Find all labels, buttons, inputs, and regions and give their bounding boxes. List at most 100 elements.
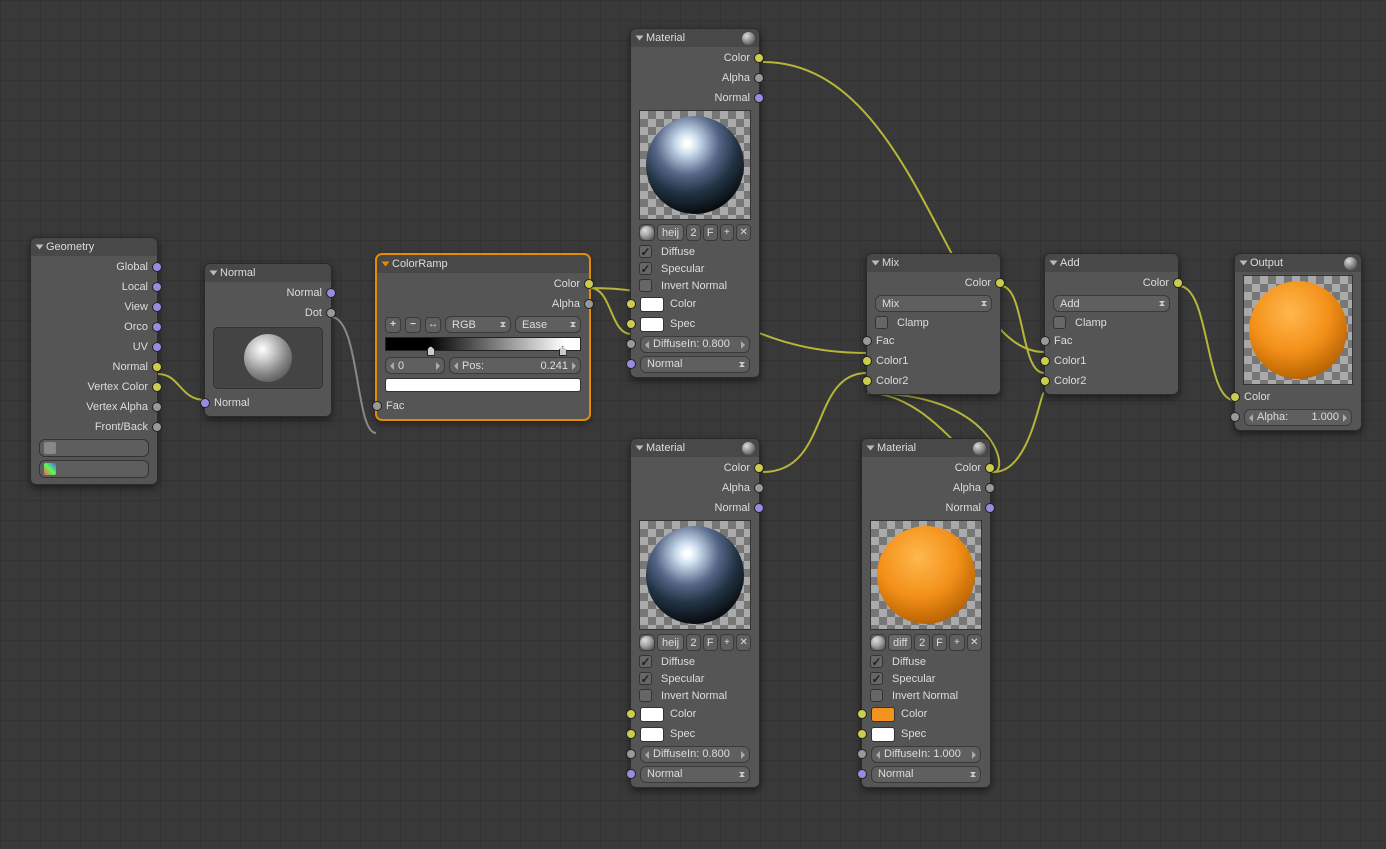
ramp-stop-pos[interactable]: Pos:0.241 — [449, 357, 581, 374]
socket-out-alpha[interactable] — [754, 483, 764, 493]
socket-out-alpha[interactable] — [584, 299, 594, 309]
uv-layer-field[interactable] — [39, 439, 149, 457]
ramp-add-stop[interactable]: + — [385, 317, 401, 333]
normal-select[interactable]: Normal — [640, 356, 750, 373]
socket-out-alpha[interactable] — [754, 73, 764, 83]
swatch-color[interactable] — [640, 707, 664, 722]
socket-valpha[interactable] — [152, 402, 162, 412]
node-header[interactable]: ColorRamp — [377, 255, 589, 273]
ramp-stop-1[interactable] — [559, 346, 567, 356]
ramp-color-mode[interactable]: RGB — [445, 316, 511, 333]
socket-out-color[interactable] — [584, 279, 594, 289]
node-header[interactable]: Normal — [205, 264, 331, 282]
ramp-stop-color[interactable] — [385, 378, 581, 392]
mat-name-field[interactable]: heij — [657, 634, 684, 651]
mat-browse[interactable] — [870, 634, 886, 651]
socket-in-normal[interactable] — [626, 769, 636, 779]
ramp-gradient[interactable] — [385, 337, 581, 351]
diffusein-field[interactable]: DiffuseIn: 0.800 — [640, 336, 750, 353]
socket-out-alpha[interactable] — [985, 483, 995, 493]
socket-in-color[interactable] — [857, 709, 867, 719]
socket-in-spec[interactable] — [626, 319, 636, 329]
normal-select[interactable]: Normal — [640, 766, 750, 783]
mat-name-field[interactable]: heij — [657, 224, 684, 241]
node-material-2[interactable]: Material Color Alpha Normal heij 2 F + ✕… — [630, 438, 760, 788]
node-header[interactable]: Mix — [867, 254, 1000, 272]
blend-mode[interactable]: Add — [1053, 295, 1170, 312]
mat-add[interactable]: + — [949, 634, 964, 651]
mat-users[interactable]: 2 — [914, 634, 929, 651]
swatch-spec[interactable] — [871, 727, 895, 742]
socket-in-color[interactable] — [626, 709, 636, 719]
mat-fake-user[interactable]: F — [932, 634, 947, 651]
mat-unlink[interactable]: ✕ — [967, 634, 982, 651]
socket-frontback[interactable] — [152, 422, 162, 432]
mat-users[interactable]: 2 — [686, 634, 701, 651]
ramp-remove-stop[interactable]: − — [405, 317, 421, 333]
swatch-color[interactable] — [640, 297, 664, 312]
node-add[interactable]: Add Color Add Clamp Fac Color1 Color2 — [1044, 253, 1179, 395]
socket-in-color2[interactable] — [862, 376, 872, 386]
socket-local[interactable] — [152, 282, 162, 292]
socket-out-color[interactable] — [995, 278, 1005, 288]
socket-in-color1[interactable] — [862, 356, 872, 366]
socket-in-spec[interactable] — [857, 729, 867, 739]
mat-browse[interactable] — [639, 224, 655, 241]
swatch-color[interactable] — [871, 707, 895, 722]
socket-in-color2[interactable] — [1040, 376, 1050, 386]
chk-clamp[interactable] — [1053, 316, 1066, 329]
node-header[interactable]: Add — [1045, 254, 1178, 272]
node-material-1[interactable]: Material Color Alpha Normal heij 2 F + ✕… — [630, 28, 760, 378]
node-header[interactable]: Material — [631, 439, 759, 457]
node-header[interactable]: Material — [631, 29, 759, 47]
node-header[interactable]: Material — [862, 439, 990, 457]
node-header[interactable]: Output — [1235, 254, 1361, 272]
mat-fake-user[interactable]: F — [703, 634, 718, 651]
socket-in-normal[interactable] — [626, 359, 636, 369]
mat-users[interactable]: 2 — [686, 224, 701, 241]
socket-out-normal[interactable] — [326, 288, 336, 298]
socket-in-color[interactable] — [1230, 392, 1240, 402]
socket-out-color[interactable] — [985, 463, 995, 473]
swatch-spec[interactable] — [640, 317, 664, 332]
socket-in-alpha[interactable] — [1230, 412, 1240, 422]
node-colorramp[interactable]: ColorRamp Color Alpha + − ↔ RGB Ease 0 P… — [376, 254, 590, 420]
node-header[interactable]: Geometry — [31, 238, 157, 256]
socket-out-dot[interactable] — [326, 308, 336, 318]
ramp-stop-0[interactable] — [427, 346, 435, 356]
socket-in-color[interactable] — [626, 299, 636, 309]
mat-browse[interactable] — [639, 634, 655, 651]
chk-diffuse[interactable] — [870, 655, 883, 668]
diffusein-field[interactable]: DiffuseIn: 1.000 — [871, 746, 981, 763]
socket-in-normal[interactable] — [857, 769, 867, 779]
mat-fake-user[interactable]: F — [703, 224, 718, 241]
ramp-interp-mode[interactable]: Ease — [515, 316, 581, 333]
socket-in-diffusein[interactable] — [626, 339, 636, 349]
ramp-stop-index[interactable]: 0 — [385, 357, 445, 374]
socket-out-color[interactable] — [1173, 278, 1183, 288]
mat-name-field[interactable]: diff — [888, 634, 912, 651]
ramp-flip[interactable]: ↔ — [425, 317, 441, 333]
socket-out-normal[interactable] — [754, 93, 764, 103]
socket-in-spec[interactable] — [626, 729, 636, 739]
node-output[interactable]: Output Color Alpha:1.000 — [1234, 253, 1362, 431]
vcol-layer-field[interactable] — [39, 460, 149, 478]
socket-in-diffusein[interactable] — [857, 749, 867, 759]
node-normal[interactable]: Normal Normal Dot Normal — [204, 263, 332, 417]
socket-orco[interactable] — [152, 322, 162, 332]
node-geometry[interactable]: Geometry Global Local View Orco UV Norma… — [30, 237, 158, 485]
socket-out-normal[interactable] — [754, 503, 764, 513]
chk-invert[interactable] — [639, 689, 652, 702]
chk-clamp[interactable] — [875, 316, 888, 329]
mat-add[interactable]: + — [720, 634, 735, 651]
socket-in-diffusein[interactable] — [626, 749, 636, 759]
socket-view[interactable] — [152, 302, 162, 312]
socket-uv[interactable] — [152, 342, 162, 352]
chk-invert[interactable] — [870, 689, 883, 702]
mat-unlink[interactable]: ✕ — [736, 634, 751, 651]
chk-diffuse[interactable] — [639, 245, 652, 258]
socket-vcolor[interactable] — [152, 382, 162, 392]
socket-out-color[interactable] — [754, 463, 764, 473]
swatch-spec[interactable] — [640, 727, 664, 742]
socket-in-fac[interactable] — [1040, 336, 1050, 346]
